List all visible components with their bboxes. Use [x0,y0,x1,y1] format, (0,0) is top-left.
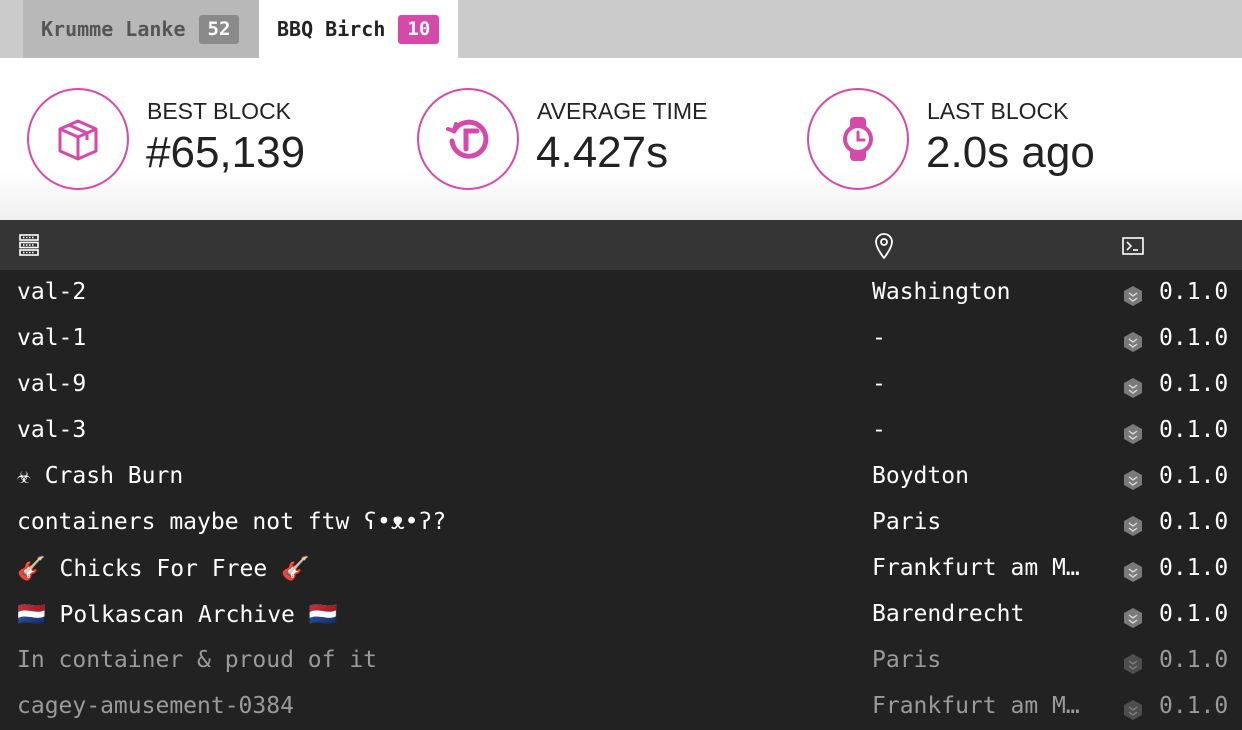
table-row[interactable]: In container & proud of it Paris 0.1.0 [0,638,1242,684]
cube-icon [27,88,129,190]
implementation-logo-icon [1122,607,1144,635]
node-location: Frankfurt am M… [872,693,1080,719]
stat-label: AVERAGE TIME [537,98,708,124]
node-location: Washington [872,279,1011,305]
node-version: 0.1.0 [1159,509,1229,535]
node-name: cagey-amusement-0384 [17,693,294,719]
node-version: 0.1.0 [1159,371,1229,397]
node-name: val-3 [17,417,87,443]
node-count-badge: 10 [398,14,440,44]
node-name: val-9 [17,371,87,397]
table-row[interactable]: val-9 - 0.1.0 [0,362,1242,408]
table-row[interactable]: val-1 - 0.1.0 [0,316,1242,362]
implementation-logo-icon [1122,561,1144,589]
chain-stats-header: BEST BLOCK #65,139 AVERAGE TIME 4.427s L… [0,58,1242,220]
node-location: Frankfurt am M… [872,555,1080,581]
node-version: 0.1.0 [1159,463,1229,489]
table-row[interactable]: cagey-amusement-0384 Frankfurt am M… 0.1… [0,684,1242,730]
node-location: - [872,325,886,351]
node-name: val-1 [17,325,87,351]
location-pin-icon[interactable] [874,233,894,263]
node-version: 0.1.0 [1159,601,1229,627]
tab-bbq-birch[interactable]: BBQ Birch 10 [259,0,458,58]
server-icon[interactable] [19,234,39,260]
node-version: 0.1.0 [1159,647,1229,673]
node-count-badge: 52 [198,14,240,44]
table-row[interactable]: 🎸 Chicks For Free 🎸 Frankfurt am M… 0.1.… [0,546,1242,592]
node-location: Boydton [872,463,969,489]
stat-label: LAST BLOCK [927,98,1069,124]
node-version: 0.1.0 [1159,693,1229,719]
implementation-logo-icon [1122,331,1144,359]
node-location: Paris [872,509,942,535]
stat-value: 4.427s [536,128,669,177]
table-row[interactable]: val-2 Washington 0.1.0 [0,270,1242,316]
node-name: 🎸 Chicks For Free 🎸 [17,556,310,582]
implementation-logo-icon [1122,699,1144,727]
node-version: 0.1.0 [1159,325,1229,351]
timer-refresh-icon [417,88,519,190]
node-name: val-2 [17,279,87,305]
node-location: Paris [872,647,942,673]
tab-krumme-lanke[interactable]: Krumme Lanke 52 [23,0,259,58]
table-row[interactable]: containers maybe not ftw ʕ•ᴥ•ʔ? Paris 0.… [0,500,1242,546]
node-version: 0.1.0 [1159,417,1229,443]
implementation-logo-icon [1122,285,1144,313]
node-table-body: val-2 Washington 0.1.0 val-1 - 0.1.0 val… [0,270,1242,730]
implementation-logo-icon [1122,423,1144,451]
implementation-logo-icon [1122,469,1144,497]
node-location: - [872,417,886,443]
table-row[interactable]: 🇳🇱 Polkascan Archive 🇳🇱 Barendrecht 0.1.… [0,592,1242,638]
implementation-logo-icon [1122,515,1144,543]
table-row[interactable]: val-3 - 0.1.0 [0,408,1242,454]
chain-tabs-bar: Krumme Lanke 52 BBQ Birch 10 [0,0,1242,58]
table-row[interactable]: ☣ Crash Burn Boydton 0.1.0 [0,454,1242,500]
node-location: Barendrecht [872,601,1025,627]
node-name: containers maybe not ftw ʕ•ᴥ•ʔ? [17,509,447,535]
node-version: 0.1.0 [1159,279,1229,305]
implementation-logo-icon [1122,653,1144,681]
node-location: - [872,371,886,397]
implementation-logo-icon [1122,377,1144,405]
stat-value: #65,139 [146,128,306,177]
watch-icon [807,88,909,190]
node-name: ☣ Crash Burn [17,463,184,489]
node-version: 0.1.0 [1159,555,1229,581]
tab-label: Krumme Lanke [41,17,186,41]
stat-label: BEST BLOCK [147,98,292,124]
tab-label: BBQ Birch [277,17,386,41]
terminal-icon[interactable] [1122,237,1144,259]
stat-value: 2.0s ago [926,128,1095,177]
node-name: In container & proud of it [17,647,378,673]
node-name: 🇳🇱 Polkascan Archive 🇳🇱 [17,602,338,628]
node-table-header [0,220,1242,270]
